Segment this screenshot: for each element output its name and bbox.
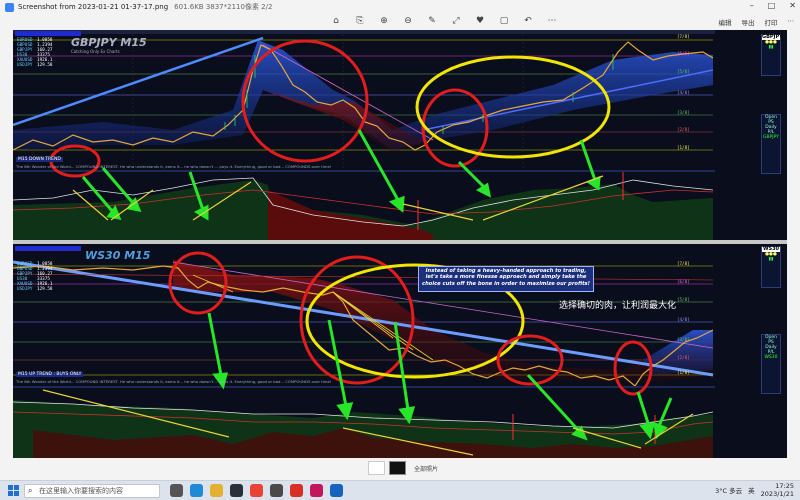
bottom-trend-label: M15 UP TREND : BUYS ONLY: [16, 372, 84, 377]
window-title: Screenshot from 2023-01-21 01-37-17.png: [18, 3, 169, 11]
rotate-icon[interactable]: ↶: [522, 16, 534, 26]
bottom-level-6: [6/8]: [677, 279, 690, 284]
annotation-text-box: Instead of taking a heavy-handed approac…: [418, 266, 594, 292]
bottom-stats-table: EURUSD 1.0858 GBPUSD 1.2394 GBPJPY 160.27 U…: [17, 262, 53, 292]
top-level-5: [5/8]: [677, 69, 690, 74]
task-view-icon[interactable]: [170, 484, 183, 497]
top-quote: The 8th Wonder of the World... COMPOUND …: [16, 164, 332, 169]
overflow-menu[interactable]: ⋯: [788, 17, 795, 27]
bottom-level-3: [3/8]: [677, 337, 690, 342]
top-stats-table: EURUSD 1.0858 GBPUSD 1.2394 GBPJPY 160.27 U…: [17, 38, 53, 68]
chrome-icon[interactable]: [250, 484, 263, 497]
edit-icon[interactable]: ✎: [426, 16, 438, 26]
image-viewer: GBPJPY M15 Catching Only Ex Charts EURUS…: [0, 30, 800, 458]
top-level-6: [6/8]: [677, 51, 690, 56]
top-side-panel: GBPJPY ●●● ▮▮: [761, 34, 783, 76]
app-icon-6[interactable]: [270, 484, 283, 497]
photos-icon[interactable]: [330, 484, 343, 497]
top-level-2: [2/8]: [677, 127, 690, 132]
taskbar: ⌕ 在这里输入你要搜索的内容 3°C 多云 英 17:25 2023/1/21: [0, 480, 800, 500]
app-icon-8[interactable]: [310, 484, 323, 497]
zoom-out-icon[interactable]: ⊖: [402, 16, 414, 26]
top-level-4: [4/8]: [677, 90, 690, 95]
maximize-button[interactable]: □: [768, 1, 776, 10]
info-icon[interactable]: ⌂: [330, 16, 342, 26]
fit-icon[interactable]: ⤢: [450, 16, 462, 26]
print-menu[interactable]: 打印: [765, 17, 778, 27]
top-level-1: [1/8]: [677, 145, 690, 150]
photos-app-icon: [5, 2, 14, 12]
title-bar: Screenshot from 2023-01-21 01-37-17.png …: [0, 0, 800, 14]
top-subtitle: Catching Only Ex Charts: [71, 49, 120, 54]
clock[interactable]: 17:25 2023/1/21: [761, 482, 794, 498]
thumbnail-strip: 全部照片: [0, 458, 800, 480]
thumbnail-2-active[interactable]: [389, 461, 406, 475]
file-info: 601.6KB 3837*2110像素 2/2: [174, 3, 273, 11]
favorite-icon[interactable]: ♥: [474, 16, 486, 26]
thumbnail-1[interactable]: [368, 461, 385, 475]
bottom-side-panel-2: Open PS Daily P/L WS30: [761, 334, 781, 394]
export-menu[interactable]: 导出: [742, 17, 755, 27]
weather-widget[interactable]: 3°C 多云: [715, 485, 742, 495]
bottom-level-5: [5/8]: [677, 297, 690, 302]
screenshot-image: GBPJPY M15 Catching Only Ex Charts EURUS…: [13, 30, 787, 458]
copy-icon[interactable]: ⎘: [354, 16, 366, 26]
frame-icon[interactable]: ▢: [498, 16, 510, 26]
chinese-annotation: 选择确切的肉，让利润最大化: [559, 301, 677, 311]
top-level-7: [7/8]: [677, 34, 690, 39]
trading-charts-svg: [13, 30, 787, 458]
bottom-quote: The 8th Wonder of the World... COMPOUND …: [16, 379, 332, 384]
more-icon[interactable]: ⋯: [546, 16, 558, 26]
top-level-3: [3/8]: [677, 110, 690, 115]
language-indicator[interactable]: 英: [748, 485, 755, 495]
bottom-level-7: [7/8]: [677, 261, 690, 266]
bottom-level-1: [1/8]: [677, 370, 690, 375]
system-tray: 3°C 多云 英 17:25 2023/1/21: [715, 482, 794, 498]
taskbar-search-input[interactable]: ⌕ 在这里输入你要搜索的内容: [24, 484, 160, 498]
top-side-panel-2: Open PS Daily P/L GBPJPY: [761, 114, 781, 174]
top-symbol-label: GBPJPY M15: [71, 36, 147, 49]
all-photos-link[interactable]: 全部照片: [414, 464, 438, 473]
bottom-symbol-label: WS30 M15: [85, 249, 151, 262]
edge-icon[interactable]: [190, 484, 203, 497]
bottom-side-panel: WS30 ●●● ▮▮: [761, 246, 781, 288]
search-icon: ⌕: [28, 486, 33, 495]
bottom-level-2: [2/8]: [677, 355, 690, 360]
taskbar-apps: [170, 484, 343, 497]
close-button[interactable]: ✕: [789, 1, 796, 10]
file-explorer-icon[interactable]: [210, 484, 223, 497]
edit-menu[interactable]: 编辑: [719, 17, 732, 27]
wps-icon[interactable]: [290, 484, 303, 497]
top-trend-label: M15 DOWN TREND: [16, 157, 63, 162]
terminal-icon[interactable]: [230, 484, 243, 497]
minimize-button[interactable]: –: [750, 1, 754, 10]
windows-start-icon[interactable]: [8, 485, 19, 496]
bottom-level-4: [4/8]: [677, 317, 690, 322]
viewer-toolbar: ⌂ ⎘ ⊕ ⊖ ✎ ⤢ ♥ ▢ ↶ ⋯ 编辑 导出 打印 ⋯: [0, 14, 800, 30]
zoom-in-icon[interactable]: ⊕: [378, 16, 390, 26]
